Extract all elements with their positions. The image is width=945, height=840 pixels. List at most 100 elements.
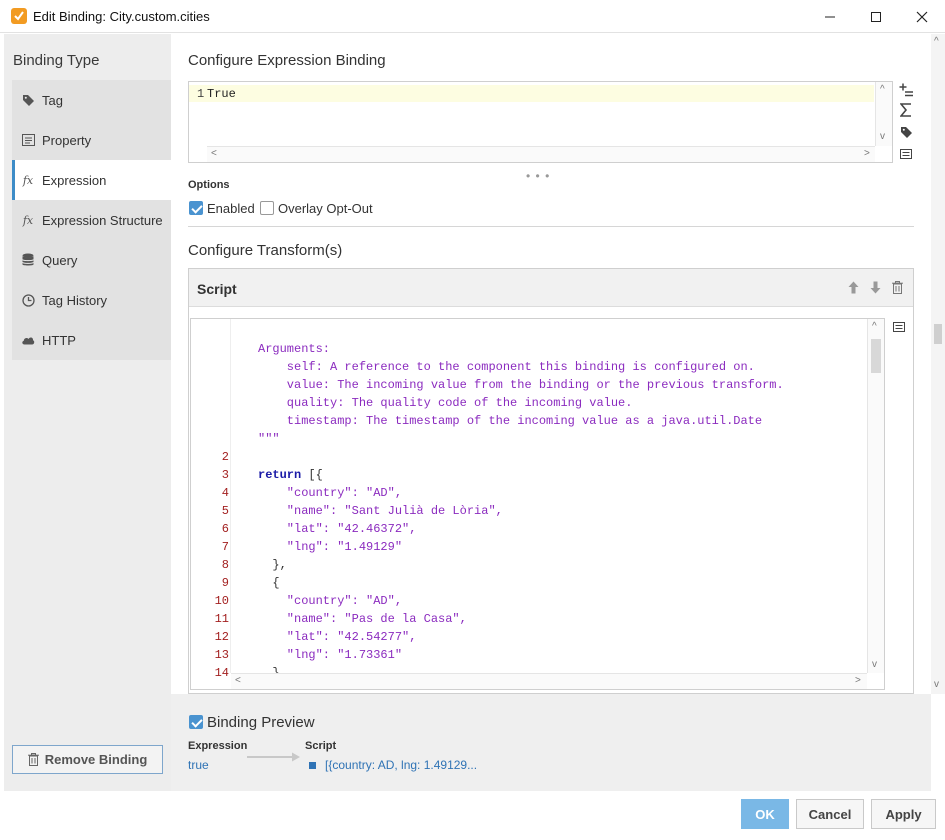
scroll-down-icon[interactable]: v [872, 660, 877, 670]
line-number: 6 [221, 522, 229, 536]
scroll-right-icon[interactable]: > [864, 149, 870, 159]
line-number: 3 [221, 468, 229, 482]
code-line: 8 }, [191, 556, 867, 574]
cancel-button[interactable]: Cancel [796, 799, 864, 829]
enabled-checkbox[interactable] [189, 201, 203, 215]
property-icon [21, 133, 35, 147]
binding-type-expression[interactable]: fx Expression [12, 160, 171, 200]
code-line: 2 [191, 448, 867, 466]
scroll-thumb[interactable] [934, 324, 942, 344]
close-button[interactable] [899, 0, 945, 33]
scroll-up-icon[interactable]: ^ [880, 85, 885, 95]
scroll-down-icon[interactable]: v [934, 680, 939, 690]
binding-type-tag[interactable]: Tag [12, 80, 171, 120]
divider [188, 226, 914, 227]
script-code[interactable]: Arguments: self: A reference to the comp… [191, 340, 867, 682]
code-text: """ [258, 432, 280, 446]
remove-binding-label: Remove Binding [44, 752, 148, 767]
apply-button[interactable]: Apply [871, 799, 936, 829]
code-text: "lat": "42.46372", [258, 522, 417, 536]
scroll-down-icon[interactable]: v [880, 132, 885, 142]
title-bar: Edit Binding: City.custom.cities [0, 0, 945, 33]
code-text: timestamp: The timestamp of the incoming… [258, 414, 763, 428]
cloud-icon [21, 333, 35, 347]
binding-preview-label: Binding Preview [207, 714, 315, 731]
panel-vertical-scrollbar[interactable]: ^ v [931, 34, 945, 694]
scroll-up-icon[interactable]: ^ [934, 37, 939, 47]
binding-type-query[interactable]: Query [12, 240, 171, 280]
code-line: timestamp: The timestamp of the incoming… [191, 412, 867, 430]
binding-preview-checkbox[interactable] [189, 715, 203, 729]
expression-vertical-scrollbar[interactable]: ^ v [875, 82, 892, 146]
expression-editor[interactable]: 1 True ^ v < > [188, 81, 893, 163]
binding-type-label: Tag History [42, 292, 108, 308]
fx-icon: fx [22, 213, 34, 227]
scroll-thumb[interactable] [871, 339, 881, 373]
binding-config-panel: Configure Expression Binding 1 True ^ v … [171, 34, 945, 694]
code-line: value: The incoming value from the bindi… [191, 376, 867, 394]
maximize-button[interactable] [853, 0, 899, 33]
transforms-section-title: Configure Transform(s) [188, 242, 343, 259]
scroll-right-icon[interactable]: > [855, 676, 861, 686]
delete-transform-icon[interactable] [892, 281, 903, 297]
line-number: 1 [197, 87, 205, 101]
expand-editor-icon[interactable] [898, 146, 914, 162]
trash-icon [27, 753, 39, 766]
line-number: 11 [214, 612, 229, 626]
code-text: "lat": "42.54277", [258, 630, 417, 644]
code-text: "country": "AD", [258, 594, 403, 608]
script-preview-label: Script [305, 740, 337, 752]
line-number: 2 [221, 450, 229, 464]
options-label: Options [188, 179, 230, 191]
script-editor[interactable]: Arguments: self: A reference to the comp… [190, 318, 885, 690]
ok-button[interactable]: OK [741, 799, 789, 829]
script-preview-value: [{country: AD, lng: 1.49129... [325, 758, 478, 772]
remove-binding-button[interactable]: Remove Binding [12, 745, 163, 774]
move-down-icon[interactable] [870, 281, 881, 297]
binding-type-property[interactable]: Property [12, 120, 171, 160]
expression-code[interactable]: True [207, 87, 236, 101]
code-text: value: The incoming value from the bindi… [258, 378, 784, 392]
expression-preview-value: true [188, 758, 209, 772]
expression-section-title: Configure Expression Binding [188, 52, 386, 69]
line-number: 12 [214, 630, 229, 644]
binding-type-tag-history[interactable]: Tag History [12, 280, 171, 320]
scroll-left-icon[interactable]: < [235, 676, 241, 686]
expand-editor-icon[interactable] [891, 319, 907, 335]
line-number: 7 [221, 540, 229, 554]
code-line: 5 "name": "Sant Julià de Lòria", [191, 502, 867, 520]
transform-title: Script [197, 281, 237, 297]
code-text: "name": "Pas de la Casa", [258, 612, 467, 626]
function-sigma-icon[interactable] [898, 102, 914, 118]
code-text: "lng": "1.73361" [258, 648, 403, 662]
add-line-icon[interactable] [898, 82, 914, 98]
binding-type-label: Expression Structure [42, 212, 163, 228]
script-horizontal-scrollbar[interactable]: < > [231, 673, 867, 689]
database-icon [21, 253, 35, 267]
code-line: 9 { [191, 574, 867, 592]
dialog-footer: OK Cancel Apply [4, 791, 936, 836]
app-icon [11, 8, 27, 24]
code-line: self: A reference to the component this … [191, 358, 867, 376]
scroll-left-icon[interactable]: < [211, 149, 217, 159]
minimize-button[interactable] [807, 0, 853, 33]
code-text: }, [258, 558, 287, 572]
window-title: Edit Binding: City.custom.cities [33, 9, 210, 24]
move-up-icon[interactable] [848, 281, 859, 297]
code-line: 7 "lng": "1.49129" [191, 538, 867, 556]
binding-type-label: Expression [42, 172, 107, 188]
scroll-up-icon[interactable]: ^ [872, 322, 877, 332]
binding-type-http[interactable]: HTTP [12, 320, 171, 360]
code-line: Arguments: [191, 340, 867, 358]
script-vertical-scrollbar[interactable]: ^ v [867, 319, 884, 673]
code-line: 6 "lat": "42.46372", [191, 520, 867, 538]
code-rest: [{ [301, 468, 323, 482]
enabled-label: Enabled [207, 201, 255, 216]
code-text: quality: The quality code of the incomin… [258, 396, 633, 410]
current-line-highlight [189, 85, 874, 102]
tag-browse-icon[interactable] [898, 124, 914, 140]
expression-horizontal-scrollbar[interactable]: < > [207, 146, 875, 162]
overlay-opt-out-checkbox[interactable] [260, 201, 274, 215]
binding-type-expression-structure[interactable]: fx Expression Structure [12, 200, 171, 240]
splitter-handle[interactable]: • • • [526, 169, 550, 183]
